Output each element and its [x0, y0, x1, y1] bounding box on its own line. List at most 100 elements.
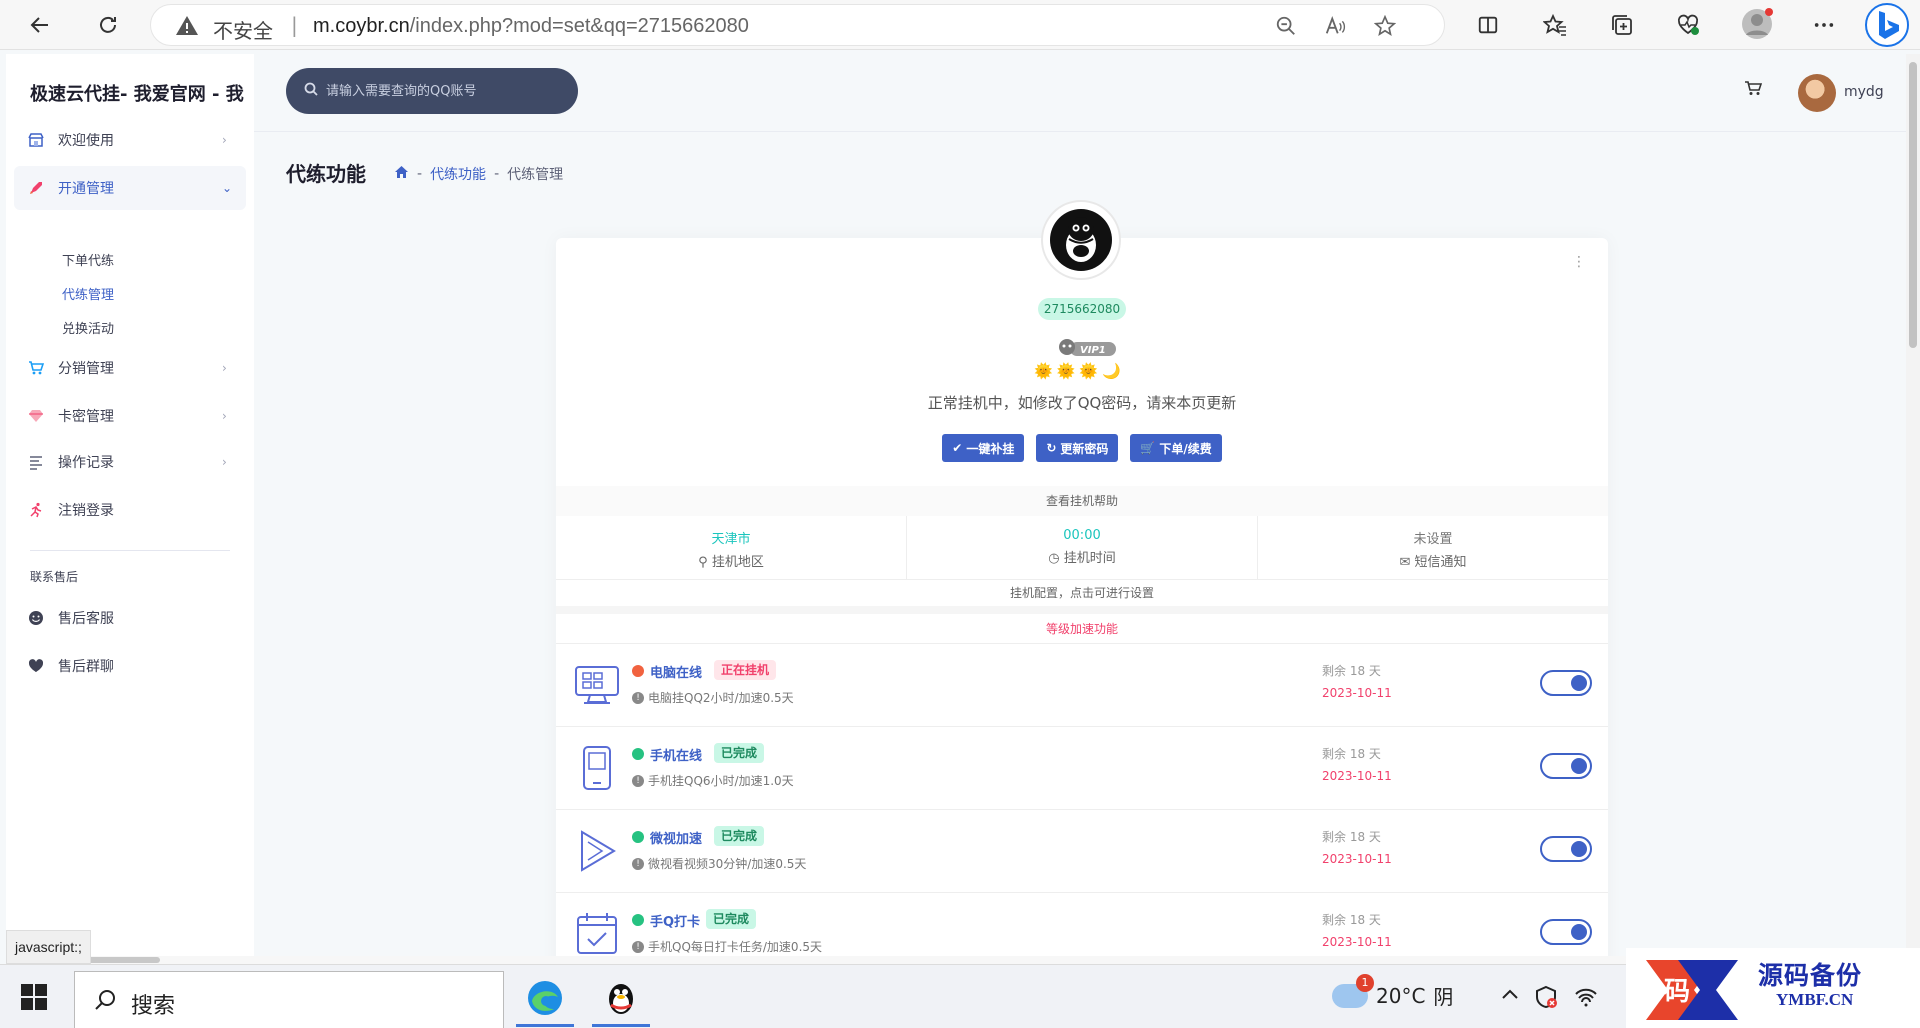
calendar-check-icon — [577, 913, 617, 954]
more-vertical-icon[interactable]: ⋮ — [1572, 254, 1586, 270]
update-password-button[interactable]: ↻ 更新密码 — [1036, 434, 1119, 462]
collections-icon[interactable] — [1608, 11, 1636, 39]
remaining-days: 剩余 18 天 — [1322, 830, 1381, 844]
feature-toggle[interactable] — [1540, 670, 1592, 696]
action-buttons: ✔ 一键补挂 ↻ 更新密码 🛒 下单/续费 — [556, 434, 1608, 462]
sub-item-manage[interactable]: 代练管理 — [62, 284, 114, 303]
level-icons: 🌞🌞🌞🌙 — [1034, 362, 1125, 380]
desktop-icon — [575, 666, 619, 704]
sidebar-item-label: 开通管理 — [58, 181, 114, 197]
cart-icon — [14, 360, 58, 376]
watermark-title: 源码备份 — [1758, 961, 1863, 990]
order-renew-button[interactable]: 🛒 下单/续费 — [1130, 434, 1222, 462]
edge-taskbar-icon[interactable] — [516, 971, 574, 1027]
weather-condition: 阴 — [1433, 985, 1454, 1009]
expire-date: 2023-10-11 — [1322, 769, 1392, 783]
sidebar-item-distribution[interactable]: 分销管理 › — [14, 346, 246, 390]
link-status-bar: javascript:; — [6, 930, 91, 964]
stat-value: 00:00 — [1063, 528, 1101, 543]
mail-icon: ✉ — [1399, 555, 1411, 570]
sub-item-order[interactable]: 下单代练 — [62, 250, 114, 269]
stats-row: 天津市 ⚲ 挂机地区 00:00 ◷ 挂机时间 未设置 ✉ 短信通知 — [556, 516, 1608, 580]
stat-label: 挂机时间 — [1063, 551, 1116, 566]
status-dot — [632, 914, 644, 926]
help-link[interactable]: 查看挂机帮助 — [556, 486, 1608, 516]
url-path: /index.php?mod=set&qq=2715662080 — [409, 15, 749, 37]
page-title: 代练功能 — [286, 162, 366, 186]
feature-toggle[interactable] — [1540, 753, 1592, 779]
taskbar-search[interactable]: 搜索 — [74, 971, 504, 1028]
security-shield-icon[interactable] — [1534, 985, 1558, 1014]
sidebar-item-label: 注销登录 — [58, 503, 114, 519]
qq-number-badge: 2715662080 — [1038, 298, 1126, 320]
sidebar-item-support[interactable]: 售后客服 — [14, 596, 246, 640]
qq-search-box[interactable] — [286, 68, 578, 114]
security-label[interactable]: 不安全 — [213, 15, 273, 44]
feature-row: 电脑在线 正在挂机 ! 电脑挂QQ2小时/加速0.5天 剩余 18 天 2023-… — [556, 644, 1608, 727]
profile-avatar-icon[interactable] — [1741, 8, 1773, 40]
warning-icon — [176, 16, 198, 35]
feature-name: 电脑在线 — [650, 666, 703, 681]
clock-icon: ◷ — [1048, 551, 1060, 566]
sub-item-redeem[interactable]: 兑换活动 — [62, 318, 114, 337]
favorites-icon[interactable] — [1541, 11, 1569, 39]
feature-row: 手机在线 已完成 ! 手机挂QQ6小时/加速1.0天 剩余 18 天 2023-1… — [556, 727, 1608, 810]
refresh-icon[interactable] — [92, 9, 124, 41]
cart-icon[interactable] — [1744, 80, 1763, 100]
address-bar[interactable]: 不安全 | m.coybr.cn/index.php?mod=set&qq=27… — [150, 4, 1445, 46]
breadcrumb-link[interactable]: 代练功能 — [430, 164, 486, 184]
sidebar-item-records[interactable]: 操作记录 › — [14, 440, 246, 484]
config-hint[interactable]: 挂机配置，点击可进行设置 — [556, 580, 1608, 606]
split-screen-icon[interactable] — [1474, 11, 1502, 39]
rehang-button[interactable]: ✔ 一键补挂 — [942, 434, 1025, 462]
status-message: 正常挂机中，如修改了QQ密码，请来本页更新 — [927, 394, 1237, 412]
stat-value: 天津市 — [711, 532, 751, 547]
sidebar-item-activation[interactable]: 开通管理 ⌄ — [14, 166, 246, 210]
stat-label: 挂机地区 — [711, 555, 764, 570]
brand-title[interactable]: 极速云代挂- 我爱官网 - 我 — [30, 80, 254, 106]
home-icon[interactable] — [394, 165, 409, 183]
vertical-scrollbar[interactable] — [1906, 54, 1920, 964]
expire-date: 2023-10-11 — [1322, 935, 1392, 949]
info-icon: ! — [632, 857, 644, 870]
url-text[interactable]: m.coybr.cn/index.php?mod=set&qq=27156620… — [313, 15, 749, 38]
update-password-label: 更新密码 — [1060, 441, 1109, 456]
chevron-right-icon: › — [222, 409, 227, 423]
stat-region[interactable]: 天津市 ⚲ 挂机地区 — [556, 516, 907, 579]
sidebar-item-group[interactable]: 售后群聊 — [14, 644, 246, 688]
weather-widget[interactable]: 1 20°C 阴 — [1332, 973, 1454, 1010]
qq-avatar[interactable] — [1041, 200, 1121, 280]
avatar[interactable] — [1798, 74, 1836, 112]
stat-time[interactable]: 00:00 ◷ 挂机时间 — [907, 516, 1258, 579]
back-icon[interactable] — [24, 9, 56, 41]
stat-sms[interactable]: 未设置 ✉ 短信通知 — [1258, 516, 1608, 579]
feature-desc: ! 手机挂QQ6小时/加速1.0天 — [632, 772, 794, 789]
horizontal-scrollbar[interactable] — [6, 956, 1906, 964]
chevron-up-icon[interactable] — [1500, 985, 1520, 1010]
sidebar-item-cardkey[interactable]: 卡密管理 › — [14, 394, 246, 438]
feature-desc-text: 手机挂QQ6小时/加速1.0天 — [648, 774, 794, 788]
performance-heart-icon[interactable] — [1674, 11, 1702, 39]
toggle-knob — [1571, 758, 1587, 774]
username[interactable]: mydg — [1844, 84, 1884, 100]
wifi-icon[interactable] — [1574, 985, 1598, 1014]
more-options-icon[interactable] — [1810, 11, 1838, 39]
qq-taskbar-icon[interactable] — [592, 971, 650, 1027]
search-input[interactable] — [326, 68, 566, 114]
feature-toggle[interactable] — [1540, 919, 1592, 945]
windows-start-icon[interactable] — [20, 983, 48, 1011]
sidebar-item-welcome[interactable]: 欢迎使用 › — [14, 118, 246, 162]
scrollbar-thumb[interactable] — [1909, 62, 1917, 348]
sidebar-item-logout[interactable]: 注销登录 — [14, 488, 246, 532]
bing-copilot-icon[interactable] — [1864, 2, 1910, 48]
favorite-star-icon[interactable] — [1373, 14, 1397, 38]
zoom-out-icon[interactable] — [1274, 14, 1298, 38]
chevron-right-icon: › — [222, 455, 227, 469]
stat-value: 未设置 — [1413, 532, 1453, 547]
cloud-icon: 1 — [1332, 973, 1374, 1008]
breadcrumb-separator: - — [417, 166, 423, 182]
url-host: m.coybr.cn — [313, 15, 410, 37]
feature-toggle[interactable] — [1540, 836, 1592, 862]
read-aloud-icon[interactable] — [1323, 14, 1347, 38]
status-badge: 已完成 — [714, 743, 765, 763]
